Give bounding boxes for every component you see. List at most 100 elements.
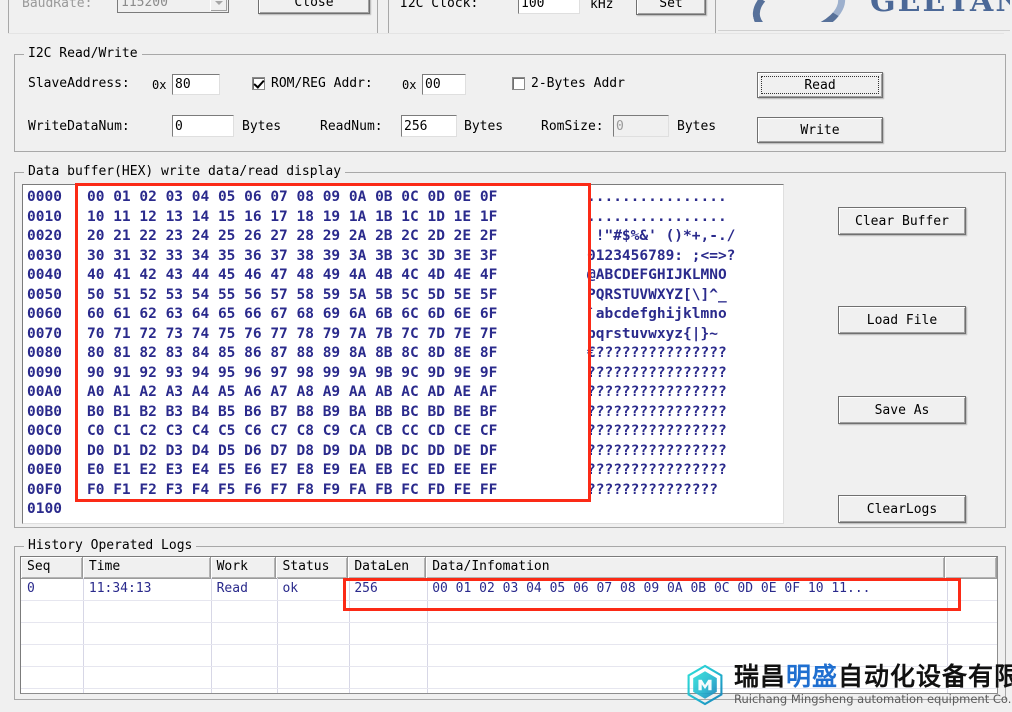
write-button[interactable]: Write xyxy=(757,117,883,143)
read-num-label: ReadNum: xyxy=(320,119,383,134)
hexagon-logo-icon xyxy=(687,664,723,706)
hex-offset: 0020 xyxy=(27,228,62,244)
table-column-header[interactable] xyxy=(945,557,997,578)
set-button[interactable]: Set xyxy=(636,0,706,15)
app-window: BaudRate: 115200 Close I2C Clock: kHz Se… xyxy=(0,0,1012,712)
hex-bytes: E0 E1 E2 E3 E4 E5 E6 E7 E8 E9 EA EB EC E… xyxy=(87,462,498,478)
hex-ascii: 0123456789: ;<=>? xyxy=(587,247,736,264)
table-cell: 256 xyxy=(354,581,378,596)
hex-bytes: 20 21 22 23 24 25 26 27 28 29 2A 2B 2C 2… xyxy=(87,228,498,244)
hex-offset: 00D0 xyxy=(27,442,62,459)
checkbox-box[interactable] xyxy=(512,77,525,90)
hex-buffer-view[interactable]: 0000 00 01 02 03 04 05 06 07 08 09 0A 0B … xyxy=(22,184,784,524)
clear-buffer-button[interactable]: Clear Buffer xyxy=(838,207,966,235)
hex-ascii: !"#$%&' ()*+,-./ xyxy=(587,228,736,244)
hex-row: 0060 60 61 62 63 64 65 66 67 68 69 6A 6B … xyxy=(27,305,783,325)
top-divider xyxy=(718,30,1010,31)
checkbox-box[interactable] xyxy=(252,77,265,90)
rom-size-unit: Bytes xyxy=(677,119,717,134)
hex-row: 0100 xyxy=(27,500,783,520)
table-column-header[interactable]: Work xyxy=(210,557,277,578)
hex-offset: 0000 xyxy=(27,189,62,205)
chevron-down-icon[interactable] xyxy=(210,0,227,11)
hex-ascii: `abcdefghijklmno xyxy=(587,306,727,322)
table-row[interactable]: 0 11:34:13 Read ok 256 00 01 02 03 04 05 06 0… xyxy=(21,578,997,600)
hex-offset: 0040 xyxy=(27,267,62,283)
table-column-header[interactable]: DataLen xyxy=(348,557,427,578)
hex-ascii: ??????????????? xyxy=(587,481,718,498)
brand-name-en: Ruichang Mingsheng automation equipment … xyxy=(734,692,1012,706)
hex-bytes: F0 F1 F2 F3 F4 F5 F6 F7 F8 F9 FA FB FC F… xyxy=(87,481,498,498)
read-num-input[interactable] xyxy=(401,115,457,137)
table-cell: ok xyxy=(282,581,299,596)
hex-bytes: B0 B1 B2 B3 B4 B5 B6 B7 B8 B9 BA BB BC B… xyxy=(87,403,498,420)
hex-offset: 00A0 xyxy=(27,384,62,400)
hex-row: 00A0 A0 A1 A2 A3 A4 A5 A6 A7 A8 A9 AA AB … xyxy=(27,383,783,403)
brand-text-block: 瑞昌明盛自动化设备有限公司 Ruichang Mingsheng automat… xyxy=(734,664,1012,706)
hex-ascii: ???????????????? xyxy=(587,364,727,381)
rom-reg-prefix: 0x xyxy=(402,78,417,92)
rom-reg-addr-checkbox[interactable]: ROM/REG Addr: xyxy=(252,76,373,91)
table-cell: 11:34:13 xyxy=(88,581,152,596)
hex-bytes: D0 D1 D2 D3 D4 D5 D6 D7 D8 D9 DA DB DC D… xyxy=(87,442,498,459)
hex-ascii: ???????????????? xyxy=(587,384,727,400)
baudrate-combo[interactable]: 115200 xyxy=(117,0,229,13)
rom-reg-addr-input[interactable] xyxy=(422,74,466,95)
read-button[interactable]: Read xyxy=(757,72,883,98)
hex-ascii: @ABCDEFGHIJKLMNO xyxy=(587,267,727,283)
clear-logs-label: ClearLogs xyxy=(866,501,938,517)
table-cell xyxy=(945,578,997,600)
table-column-header[interactable]: Status xyxy=(276,557,349,578)
write-data-num-input[interactable] xyxy=(172,115,234,137)
load-file-button[interactable]: Load File xyxy=(838,306,966,334)
focus-ring xyxy=(761,76,879,94)
rom-size-input xyxy=(613,115,669,137)
hex-row: 00C0 C0 C1 C2 C3 C4 C5 C6 C7 C8 C9 CA CB … xyxy=(27,422,783,442)
hex-row: 00B0 B0 B1 B2 B3 B4 B5 B6 B7 B8 B9 BA BB … xyxy=(27,403,783,423)
slave-address-label: SlaveAddress: xyxy=(28,76,130,91)
table-column-header[interactable]: Data/Infomation xyxy=(426,557,946,578)
close-button[interactable]: Close xyxy=(258,0,370,14)
hex-row: 0000 00 01 02 03 04 05 06 07 08 09 0A 0B … xyxy=(27,188,783,208)
hex-bytes: 70 71 72 73 74 75 76 77 78 79 7A 7B 7C 7… xyxy=(87,325,498,342)
hex-ascii: ???????????????? xyxy=(587,403,727,420)
hex-bytes: 10 11 12 13 14 15 16 17 18 19 1A 1B 1C 1… xyxy=(87,208,498,225)
brand-cn-part2: 自动化设备有限公司 xyxy=(838,662,1012,691)
table-column-header[interactable]: Time xyxy=(82,557,211,578)
history-logs-title: History Operated Logs xyxy=(24,538,197,553)
two-bytes-addr-label: 2-Bytes Addr xyxy=(531,76,625,91)
hex-row: 0030 30 31 32 33 34 35 36 37 38 39 3A 3B … xyxy=(27,247,783,267)
hex-row: 00F0 F0 F1 F2 F3 F4 F5 F6 F7 F8 F9 FA FB … xyxy=(27,481,783,501)
hex-ascii: ................ xyxy=(587,208,727,225)
table-cell: 00 01 02 03 04 05 06 07 08 09 0A 0B 0C 0… xyxy=(432,581,871,596)
hex-ascii: €??????????????? xyxy=(587,345,727,361)
slave-address-input[interactable] xyxy=(172,74,220,95)
hex-offset: 0050 xyxy=(27,286,62,303)
clear-buffer-label: Clear Buffer xyxy=(855,213,949,229)
company-brand: 瑞昌明盛自动化设备有限公司 Ruichang Mingsheng automat… xyxy=(684,664,1012,706)
hex-row: 0050 50 51 52 53 54 55 56 57 58 59 5A 5B … xyxy=(27,286,783,306)
logo-swoosh-icon xyxy=(746,0,852,22)
hex-offset: 0080 xyxy=(27,345,62,361)
hex-row: 0080 80 81 82 83 84 85 86 87 88 89 8A 8B … xyxy=(27,344,783,364)
hex-ascii: ???????????????? xyxy=(587,423,727,439)
table-column-header[interactable]: Seq xyxy=(21,557,83,578)
clear-logs-button[interactable]: ClearLogs xyxy=(838,495,966,523)
hex-ascii: pqrstuvwxyz{|}~ xyxy=(587,325,718,342)
i2c-clock-input[interactable] xyxy=(518,0,580,14)
two-bytes-addr-checkbox[interactable]: 2-Bytes Addr xyxy=(512,76,625,91)
hex-offset: 0030 xyxy=(27,247,62,264)
hex-bytes: 60 61 62 63 64 65 66 67 68 69 6A 6B 6C 6… xyxy=(87,306,498,322)
hex-row: 0090 90 91 92 93 94 95 96 97 98 99 9A 9B … xyxy=(27,364,783,384)
hex-row: 00D0 D0 D1 D2 D3 D4 D5 D6 D7 D8 D9 DA DB … xyxy=(27,442,783,462)
top-divider-2 xyxy=(8,33,1004,34)
read-num-unit: Bytes xyxy=(464,119,504,134)
hex-offset: 00E0 xyxy=(27,462,62,478)
hex-bytes xyxy=(87,500,587,520)
hex-offset: 0060 xyxy=(27,306,62,322)
save-as-button[interactable]: Save As xyxy=(838,396,966,424)
hex-bytes: 90 91 92 93 94 95 96 97 98 99 9A 9B 9C 9… xyxy=(87,364,498,381)
table-cell: 0 xyxy=(27,581,35,596)
i2c-read-write-title: I2C Read/Write xyxy=(24,46,142,61)
hex-offset: 0100 xyxy=(27,501,62,517)
